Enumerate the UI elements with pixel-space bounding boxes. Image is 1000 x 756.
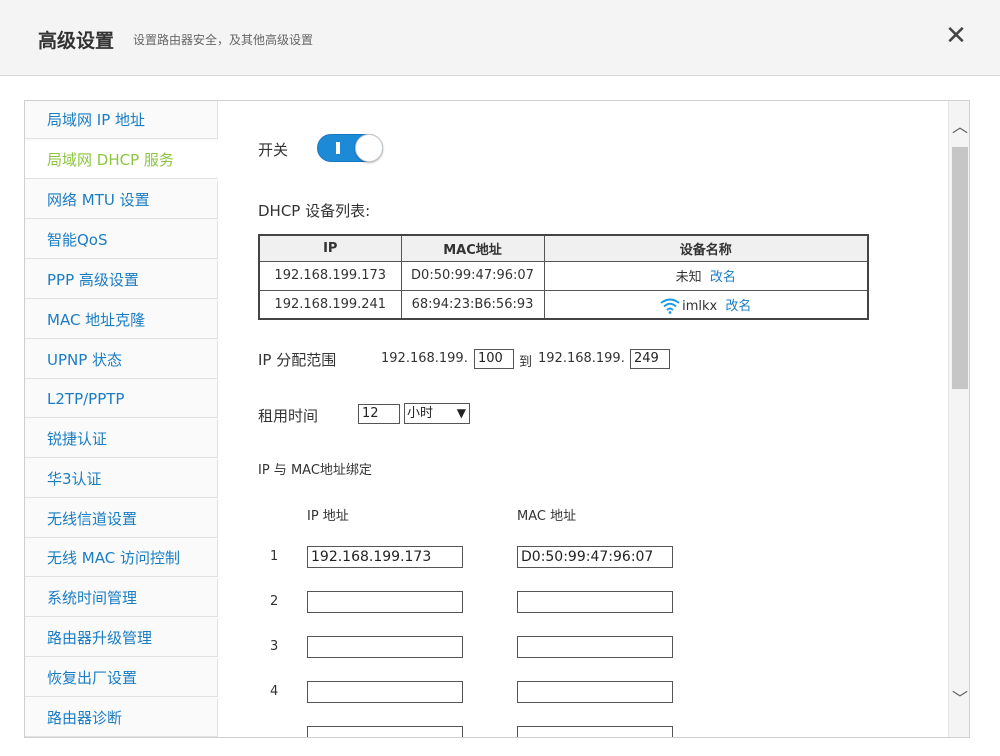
binding-row-number: 3 xyxy=(270,639,279,654)
sidebar-item-lan-ip[interactable]: 局域网 IP 地址 xyxy=(25,101,218,139)
binding-ip-input[interactable] xyxy=(307,726,463,737)
binding-ip-input[interactable] xyxy=(307,681,463,703)
page-title: 高级设置 xyxy=(38,30,115,52)
wifi-icon xyxy=(660,298,680,314)
sidebar-item-ruijie[interactable]: 锐捷认证 xyxy=(25,420,218,458)
ip-range-start-prefix: 192.168.199. xyxy=(381,351,468,366)
chevron-down-icon: ▼ xyxy=(456,406,466,420)
binding-row-number: 2 xyxy=(270,594,279,609)
sidebar-item-upnp[interactable]: UPNP 状态 xyxy=(25,341,218,379)
binding-ip-input[interactable] xyxy=(307,591,463,613)
ip-range-end-prefix: 192.168.199. xyxy=(538,351,625,366)
lease-unit-select[interactable]: 小时 ▼ xyxy=(404,403,470,424)
binding-row-number: 4 xyxy=(270,684,279,699)
ip-range-start-input[interactable]: 100 xyxy=(474,349,514,369)
sidebar-item-wifi-mac[interactable]: 无线 MAC 访问控制 xyxy=(25,539,218,577)
cell-device-name: 未知 改名 xyxy=(543,260,869,291)
sidebar-item-diagnose[interactable]: 路由器诊断 xyxy=(25,699,218,737)
scroll-thumb[interactable] xyxy=(952,147,968,389)
dialog-header: 高级设置 设置路由器安全，及其他高级设置 ✕ xyxy=(0,0,1000,76)
col-ip: IP xyxy=(258,234,402,262)
binding-ip-input[interactable] xyxy=(307,636,463,658)
binding-mac-input[interactable] xyxy=(517,726,673,737)
ip-range-end-input[interactable]: 249 xyxy=(630,349,670,369)
dhcp-toggle[interactable] xyxy=(317,134,383,162)
sidebar-item-reset[interactable]: 恢复出厂设置 xyxy=(25,659,218,697)
col-device-name: 设备名称 xyxy=(543,234,869,262)
dhcp-content: 开关 DHCP 设备列表: IP MAC地址 设备名称 192.168.199.… xyxy=(218,101,948,737)
ip-range-label: IP 分配范围 xyxy=(258,351,337,369)
sidebar-item-ppp[interactable]: PPP 高级设置 xyxy=(25,261,218,299)
settings-panel: 局域网 IP 地址 局域网 DHCP 服务 网络 MTU 设置 智能QoS PP… xyxy=(24,100,970,738)
rename-link[interactable]: 改名 xyxy=(710,270,736,285)
table-row: 192.168.199.173 D0:50:99:47:96:07 未知 改名 xyxy=(258,260,869,291)
binding-mac-input[interactable] xyxy=(517,681,673,703)
sidebar: 局域网 IP 地址 局域网 DHCP 服务 网络 MTU 设置 智能QoS PP… xyxy=(25,101,218,737)
dhcp-device-table: IP MAC地址 设备名称 192.168.199.173 D0:50:99:4… xyxy=(258,234,869,320)
binding-mac-input[interactable]: D0:50:99:47:96:07 xyxy=(517,546,673,568)
rename-link[interactable]: 改名 xyxy=(725,299,751,314)
page-subtitle: 设置路由器安全，及其他高级设置 xyxy=(133,33,314,47)
cell-device-name: imlkx 改名 xyxy=(543,289,869,320)
sidebar-item-upgrade[interactable]: 路由器升级管理 xyxy=(25,619,218,657)
binding-ip-input[interactable]: 192.168.199.173 xyxy=(307,546,463,568)
table-row: 192.168.199.241 68:94:23:B6:56:93 imlkx … xyxy=(258,289,869,320)
sidebar-item-l2tp[interactable]: L2TP/PPTP xyxy=(25,380,218,418)
binding-col-mac: MAC 地址 xyxy=(517,509,577,524)
chevron-up-icon[interactable]: ︿ xyxy=(949,115,969,139)
cell-mac: D0:50:99:47:96:07 xyxy=(400,260,545,291)
lease-time-label: 租用时间 xyxy=(258,407,319,425)
binding-row-number: 1 xyxy=(270,549,279,564)
device-name: 未知 xyxy=(675,270,702,285)
col-mac: MAC地址 xyxy=(400,234,545,262)
sidebar-item-mac-clone[interactable]: MAC 地址克隆 xyxy=(25,301,218,339)
sidebar-item-qos[interactable]: 智能QoS xyxy=(25,221,218,259)
content-scrollbar[interactable]: ︿ ﹀ xyxy=(948,101,969,737)
cell-mac: 68:94:23:B6:56:93 xyxy=(400,289,545,320)
sidebar-item-lan-dhcp[interactable]: 局域网 DHCP 服务 xyxy=(25,141,218,179)
ip-mac-binding-title: IP 与 MAC地址绑定 xyxy=(258,463,372,478)
close-icon[interactable]: ✕ xyxy=(942,20,970,52)
ip-range-to-label: 到 xyxy=(519,355,533,370)
cell-ip: 192.168.199.173 xyxy=(258,260,402,291)
sidebar-item-h3c[interactable]: 华3认证 xyxy=(25,460,218,498)
device-name: imlkx xyxy=(682,298,718,314)
dhcp-list-title: DHCP 设备列表: xyxy=(258,202,371,220)
sidebar-item-mtu[interactable]: 网络 MTU 设置 xyxy=(25,181,218,219)
binding-mac-input[interactable] xyxy=(517,591,673,613)
cell-ip: 192.168.199.241 xyxy=(258,289,402,320)
switch-label: 开关 xyxy=(258,141,289,159)
toggle-on-mark xyxy=(336,142,340,154)
chevron-down-icon[interactable]: ﹀ xyxy=(949,687,969,711)
binding-mac-input[interactable] xyxy=(517,636,673,658)
binding-col-ip: IP 地址 xyxy=(307,509,349,524)
sidebar-item-time[interactable]: 系统时间管理 xyxy=(25,579,218,617)
sidebar-item-wifi-channel[interactable]: 无线信道设置 xyxy=(25,500,218,538)
lease-time-input[interactable]: 12 xyxy=(358,404,400,424)
toggle-knob[interactable] xyxy=(355,134,383,162)
lease-unit-value: 小时 xyxy=(407,406,434,421)
